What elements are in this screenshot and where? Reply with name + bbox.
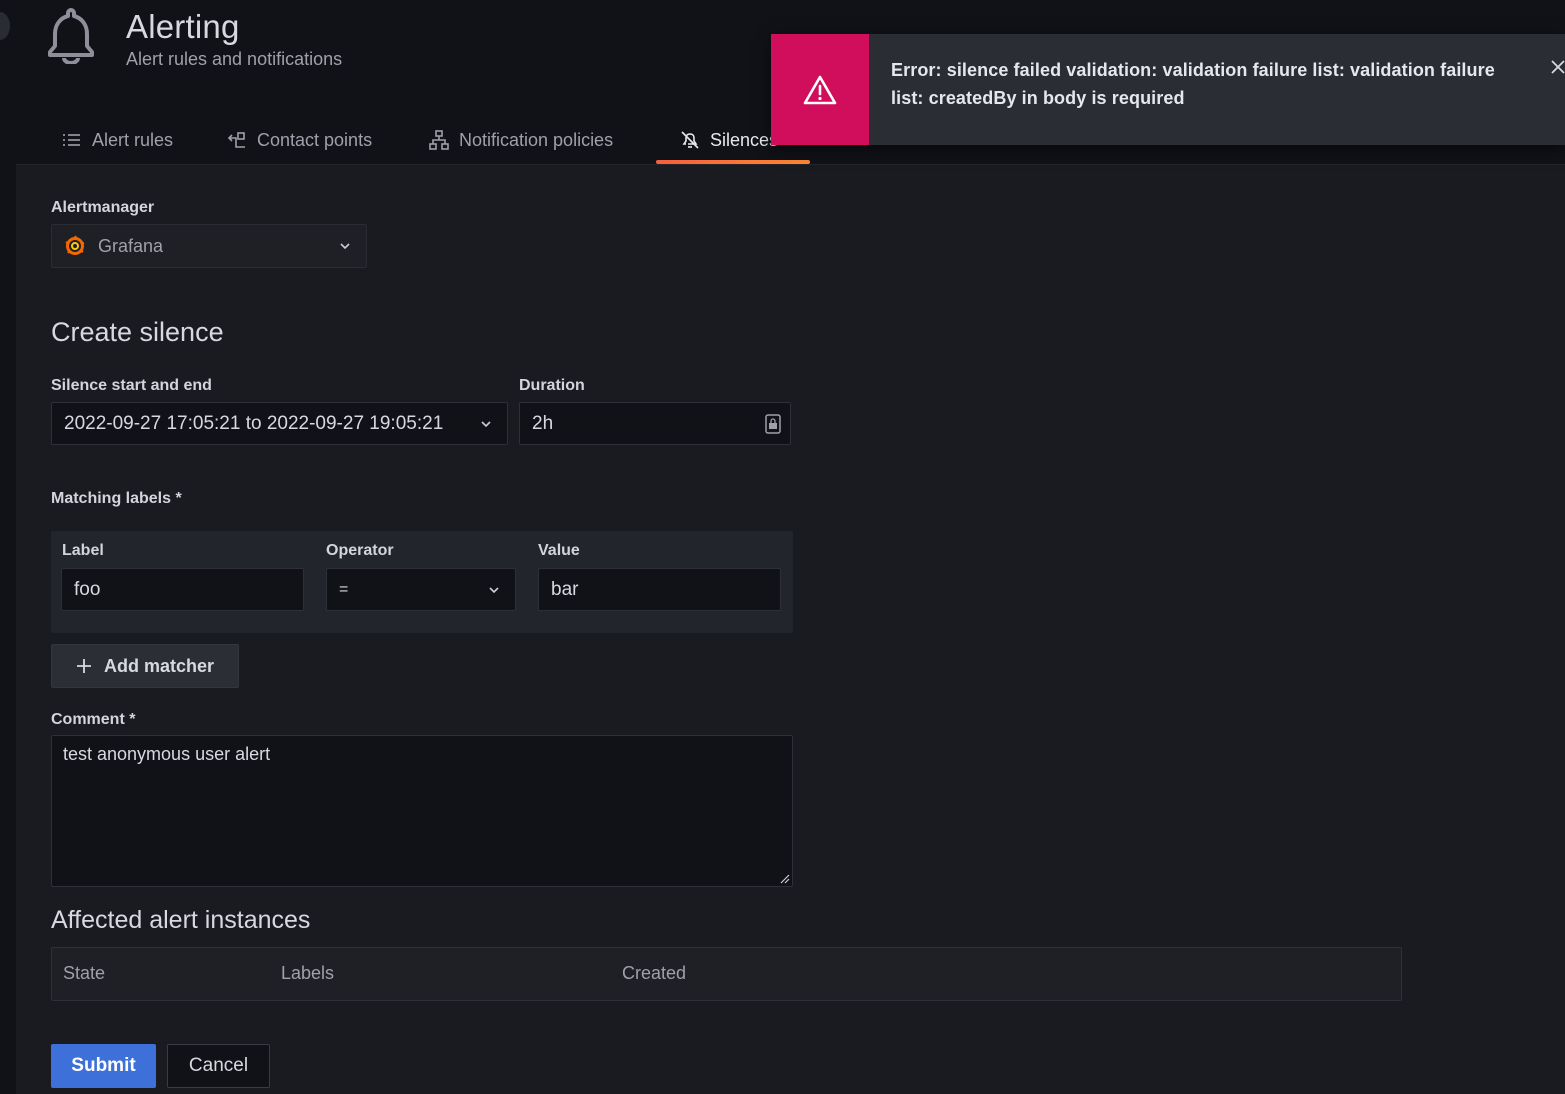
- duration-value: 2h: [532, 412, 554, 434]
- create-silence-title: Create silence: [51, 317, 224, 347]
- plus-icon: [77, 659, 91, 673]
- contact-points-icon: [227, 132, 245, 148]
- silence-range-picker[interactable]: 2022-09-27 17:05:21 to 2022-09-27 19:05:…: [51, 402, 508, 445]
- tab-label: Alert rules: [92, 129, 174, 150]
- affected-instances-table-header: State Labels Created: [51, 947, 1402, 1001]
- grafana-logo-icon: [65, 235, 85, 255]
- comment-textarea[interactable]: test anonymous user alert: [51, 735, 793, 887]
- chevron-down-icon: [481, 420, 491, 427]
- chevron-down-icon: [340, 243, 350, 250]
- matcher-value-input[interactable]: bar: [538, 568, 781, 611]
- cancel-button[interactable]: Cancel: [167, 1044, 270, 1088]
- matcher-operator-header: Operator: [326, 542, 394, 559]
- chevron-down-icon: [489, 586, 499, 593]
- tab-label: Silences: [710, 129, 779, 150]
- error-toast: Error: silence failed validation: valida…: [771, 34, 1565, 145]
- page-subtitle: Alert rules and notifications: [126, 49, 343, 69]
- warning-triangle-icon: [803, 75, 837, 104]
- column-header-state: State: [63, 963, 106, 983]
- tab-contact-points[interactable]: Contact points: [227, 116, 372, 164]
- tab-alert-rules[interactable]: Alert rules: [62, 116, 173, 164]
- matcher-operator-value: =: [339, 580, 349, 598]
- range-value: 2022-09-27 17:05:21 to 2022-09-27 19:05:…: [64, 412, 444, 434]
- range-label: Silence start and end: [51, 377, 212, 394]
- toast-icon-box: [771, 34, 869, 145]
- duration-label: Duration: [519, 377, 585, 394]
- matcher-operator-select[interactable]: =: [326, 568, 516, 611]
- column-header-created: Created: [622, 963, 687, 983]
- matcher-value-header: Value: [538, 542, 580, 559]
- comment-value: test anonymous user alert: [63, 744, 271, 764]
- affected-instances-title: Affected alert instances: [51, 906, 311, 934]
- matcher-label-header: Label: [62, 542, 104, 559]
- sitemap-icon: [429, 130, 449, 150]
- comment-label: Comment *: [51, 711, 136, 728]
- toast-message: Error: silence failed validation: valida…: [891, 60, 1495, 108]
- matcher-value-value: bar: [551, 578, 579, 600]
- silence-editor: Alertmanager Grafana Create silence Sile…: [16, 164, 1565, 1094]
- alertmanager-select[interactable]: Grafana: [51, 224, 367, 268]
- matcher-label-value: foo: [74, 578, 101, 600]
- matcher-row: Label Operator Value foo = bar: [51, 531, 793, 633]
- tab-label: Contact points: [257, 129, 373, 150]
- bell-icon: [48, 8, 94, 64]
- close-icon[interactable]: [1549, 58, 1565, 76]
- tab-notification-policies[interactable]: Notification policies: [429, 116, 613, 164]
- duration-input[interactable]: 2h: [519, 402, 791, 445]
- column-header-labels: Labels: [281, 963, 335, 983]
- alertmanager-selected: Grafana: [98, 235, 164, 256]
- tab-silences[interactable]: Silences: [655, 116, 811, 164]
- bell-slash-icon: [681, 131, 699, 149]
- add-matcher-button[interactable]: Add matcher: [51, 644, 239, 688]
- matcher-label-input[interactable]: foo: [61, 568, 304, 611]
- list-icon: [63, 134, 80, 146]
- tab-label: Notification policies: [459, 129, 614, 150]
- page-title: Alerting: [126, 8, 240, 45]
- password-manager-icon[interactable]: [764, 414, 782, 434]
- matching-labels-label: Matching labels *: [51, 490, 182, 507]
- add-matcher-label: Add matcher: [104, 655, 215, 676]
- alertmanager-label: Alertmanager: [51, 199, 155, 216]
- resize-handle-icon[interactable]: [778, 872, 790, 884]
- submit-button[interactable]: Submit: [51, 1044, 156, 1088]
